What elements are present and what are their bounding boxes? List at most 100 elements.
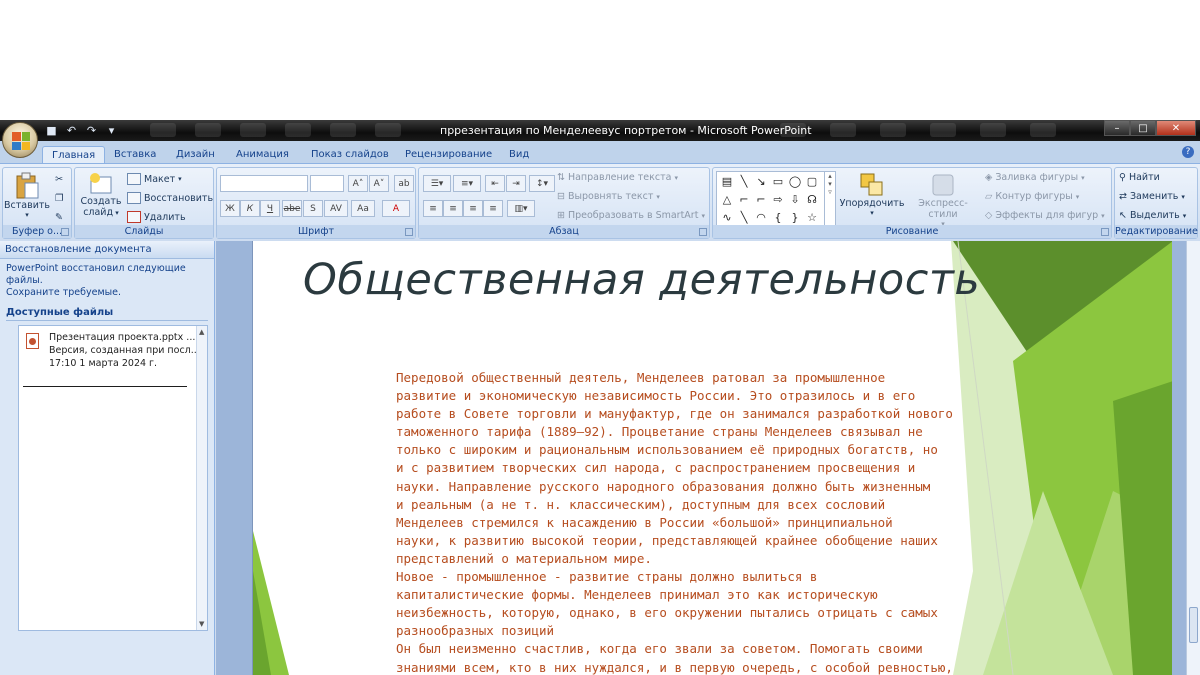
maximize-button[interactable]: □ xyxy=(1130,120,1156,136)
clipboard-group: Вставить ▾ ✂ ❐ ✎ Буфер о... xyxy=(2,167,72,239)
shadow-button[interactable]: S xyxy=(303,200,323,217)
line-shape-icon[interactable]: ╲ xyxy=(737,174,751,188)
clear-format-icon[interactable]: ab xyxy=(394,175,414,192)
shape-effects-button[interactable]: ◇ Эффекты для фигур ▾ xyxy=(985,210,1105,221)
paragraph-launcher-icon[interactable] xyxy=(699,228,707,236)
slide-body-text[interactable]: Передовой общественный деятель, Менделее… xyxy=(396,369,971,675)
curve-shape-icon[interactable]: ∿ xyxy=(720,210,734,224)
find-button[interactable]: ⚲ Найти xyxy=(1119,172,1160,183)
select-button[interactable]: ↖ Выделить ▾ xyxy=(1119,210,1186,221)
new-slide-button[interactable]: Создать слайд ▾ xyxy=(79,172,123,218)
quick-styles-button[interactable]: Экспресс-стили ▾ xyxy=(907,172,979,228)
shape-outline-button[interactable]: ▱ Контур фигуры ▾ xyxy=(985,191,1079,202)
tab-design[interactable]: Дизайн xyxy=(167,146,224,163)
tab-home[interactable]: Главная xyxy=(42,146,106,163)
smartart-button[interactable]: ⊞ Преобразовать в SmartArt ▾ xyxy=(557,210,705,221)
tab-slideshow[interactable]: Показ слайдов xyxy=(302,146,398,163)
clipboard-launcher-icon[interactable] xyxy=(61,228,69,236)
slide-canvas[interactable]: Общественная деятельность Передовой обще… xyxy=(252,241,1172,675)
strikethrough-button[interactable]: abe xyxy=(282,200,302,217)
rounded-rect-shape-icon[interactable]: ▢ xyxy=(805,174,819,188)
quick-styles-label: Экспресс-стили xyxy=(918,198,968,220)
align-center-icon[interactable]: ≡ xyxy=(443,200,463,217)
tab-animation[interactable]: Анимация xyxy=(227,146,298,163)
help-icon[interactable]: ? xyxy=(1182,146,1194,158)
save-icon[interactable]: ■ xyxy=(44,123,59,137)
freeform-shape-icon[interactable]: ╲ xyxy=(737,210,751,224)
slide-body-line: и реальным (а не т. н. классическим), до… xyxy=(396,496,886,512)
slide-title[interactable]: Общественная деятельность xyxy=(303,255,980,305)
customize-qat-icon[interactable]: ▾ xyxy=(104,123,119,137)
right-arrow-shape-icon[interactable]: ⇨ xyxy=(771,192,785,206)
minimize-button[interactable]: – xyxy=(1104,120,1130,136)
delete-slide-button[interactable]: Удалить xyxy=(127,211,186,223)
editor-scrollbar[interactable] xyxy=(1186,241,1200,675)
numbering-icon[interactable]: ≡▾ xyxy=(453,175,481,192)
format-painter-icon[interactable]: ✎ xyxy=(55,212,63,223)
replace-button[interactable]: ⇄ Заменить ▾ xyxy=(1119,191,1185,202)
layout-button[interactable]: Макет ▾ xyxy=(127,173,182,185)
oval-shape-icon[interactable]: ◯ xyxy=(788,174,802,188)
close-button[interactable]: ✕ xyxy=(1156,120,1196,136)
rectangle-shape-icon[interactable]: ▭ xyxy=(771,174,785,188)
star-shape-icon[interactable]: ☆ xyxy=(805,210,819,224)
available-files-heading: Доступные файлы xyxy=(6,307,208,321)
change-case-button[interactable]: Aa xyxy=(351,200,375,217)
callout-shape-icon[interactable]: ☊ xyxy=(805,192,819,206)
files-scrollbar[interactable]: ▲ ▼ xyxy=(196,326,207,630)
columns-icon[interactable]: ▥▾ xyxy=(507,200,535,217)
italic-button[interactable]: К xyxy=(240,200,260,217)
justify-icon[interactable]: ≡ xyxy=(483,200,503,217)
shapes-gallery[interactable]: ▤ ╲ ↘ ▭ ◯ ▢ △ ⌐ ⌐ ⇨ ⇩ ☊ ∿ ╲ ◠ { } ☆ ▴ ▾ ▿ xyxy=(716,171,836,227)
bullets-icon[interactable]: ☰▾ xyxy=(423,175,451,192)
right-brace-shape-icon[interactable]: } xyxy=(788,210,802,224)
office-button[interactable] xyxy=(2,122,38,158)
elbow-shape-icon[interactable]: ⌐ xyxy=(754,192,768,206)
arrange-button[interactable]: Упорядочить ▾ xyxy=(839,172,905,217)
arc-shape-icon[interactable]: ◠ xyxy=(754,210,768,224)
new-slide-icon xyxy=(90,173,112,194)
align-right-icon[interactable]: ≡ xyxy=(463,200,483,217)
line-spacing-icon[interactable]: ↕▾ xyxy=(529,175,555,192)
scroll-up-icon[interactable]: ▲ xyxy=(199,328,204,336)
char-spacing-button[interactable]: AV xyxy=(324,200,348,217)
copy-icon[interactable]: ❐ xyxy=(55,193,64,204)
list-item[interactable]: Презентация проекта.pptx ... Версия, соз… xyxy=(23,330,200,390)
align-text-button[interactable]: ⊟ Выровнять текст ▾ xyxy=(557,191,660,202)
increase-indent-icon[interactable]: ⇥ xyxy=(506,175,526,192)
font-launcher-icon[interactable] xyxy=(405,228,413,236)
slides-group: Создать слайд ▾ Макет ▾ Восстановить Удал… xyxy=(74,167,214,239)
undo-icon[interactable]: ↶ xyxy=(64,123,79,137)
shapes-scroll[interactable]: ▴ ▾ ▿ xyxy=(824,172,835,226)
grow-font-icon[interactable]: A˄ xyxy=(348,175,368,192)
bold-button[interactable]: Ж xyxy=(220,200,240,217)
textbox-shape-icon[interactable]: ▤ xyxy=(720,174,734,188)
connector-shape-icon[interactable]: ⌐ xyxy=(737,192,751,206)
font-name-combo[interactable] xyxy=(220,175,308,192)
align-left-icon[interactable]: ≡ xyxy=(423,200,443,217)
tab-review[interactable]: Рецензирование xyxy=(396,146,501,163)
left-brace-shape-icon[interactable]: { xyxy=(771,210,785,224)
paste-label: Вставить xyxy=(4,200,51,211)
down-arrow-shape-icon[interactable]: ⇩ xyxy=(788,192,802,206)
tab-insert[interactable]: Вставка xyxy=(105,146,165,163)
paste-button[interactable]: Вставить ▾ xyxy=(4,172,51,219)
arrow-line-shape-icon[interactable]: ↘ xyxy=(754,174,768,188)
text-direction-button[interactable]: ⇅ Направление текста ▾ xyxy=(557,172,678,183)
shrink-font-icon[interactable]: A˅ xyxy=(369,175,389,192)
triangle-shape-icon[interactable]: △ xyxy=(720,192,734,206)
tab-view[interactable]: Вид xyxy=(500,146,538,163)
cut-icon[interactable]: ✂ xyxy=(55,174,63,185)
underline-button[interactable]: Ч xyxy=(260,200,280,217)
font-color-button[interactable]: A xyxy=(382,200,410,217)
slide-editor: Общественная деятельность Передовой обще… xyxy=(216,241,1200,675)
shape-fill-button[interactable]: ◈ Заливка фигуры ▾ xyxy=(985,172,1085,183)
pane-title: Восстановление документа xyxy=(0,241,214,259)
redo-icon[interactable]: ↷ xyxy=(84,123,99,137)
scroll-down-icon[interactable]: ▼ xyxy=(199,620,204,628)
font-size-combo[interactable] xyxy=(310,175,344,192)
reset-button[interactable]: Восстановить xyxy=(127,192,213,204)
scrollbar-thumb[interactable] xyxy=(1189,607,1198,643)
drawing-launcher-icon[interactable] xyxy=(1101,228,1109,236)
decrease-indent-icon[interactable]: ⇤ xyxy=(485,175,505,192)
